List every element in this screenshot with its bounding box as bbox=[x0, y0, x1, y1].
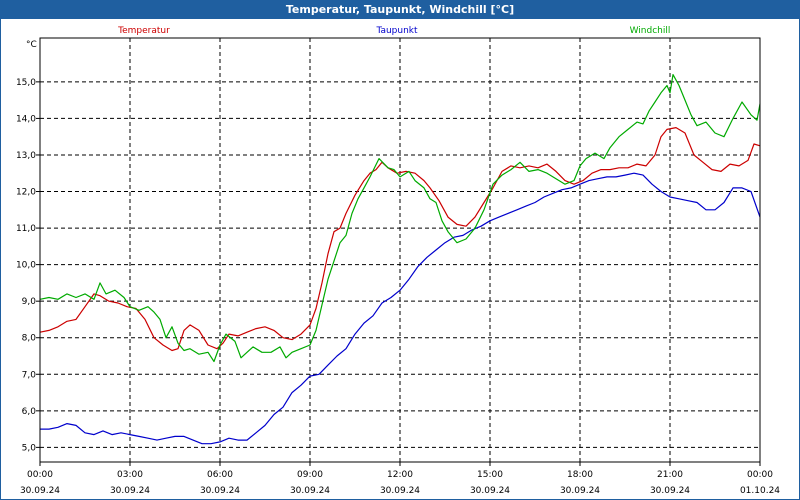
x-tick-date: 30.09.24 bbox=[650, 486, 690, 496]
y-axis-unit: °C bbox=[26, 40, 37, 50]
chart-grid bbox=[40, 38, 760, 462]
y-tick-label: 11,0 bbox=[16, 224, 36, 234]
x-tick-time: 03:00 bbox=[117, 470, 143, 480]
series-line-temperatur bbox=[39, 126, 761, 352]
x-tick-date: 30.09.24 bbox=[470, 486, 510, 496]
x-tick-time: 00:00 bbox=[747, 470, 773, 480]
x-tick-date: 30.09.24 bbox=[200, 486, 240, 496]
x-tick-time: 12:00 bbox=[387, 470, 413, 480]
legend-taupunkt: Taupunkt bbox=[375, 26, 418, 36]
x-tick-time: 09:00 bbox=[297, 470, 323, 480]
y-tick-label: 5,0 bbox=[22, 443, 37, 453]
y-tick-label: 8,0 bbox=[22, 334, 37, 344]
y-axis: 5,0 6,0 7,0 8,0 9,0 10,0 11,0 12,0 13,0 14,0 15,0 °… bbox=[16, 40, 40, 453]
x-tick-time: 15:00 bbox=[477, 470, 503, 480]
y-tick-label: 6,0 bbox=[22, 407, 37, 417]
y-tick-label: 7,0 bbox=[22, 370, 37, 380]
y-tick-label: 9,0 bbox=[22, 297, 37, 307]
x-tick-date: 30.09.24 bbox=[110, 486, 150, 496]
legend-temperatur: Temperatur bbox=[117, 26, 170, 36]
y-tick-label: 14,0 bbox=[16, 114, 36, 124]
x-tick-time: 00:00 bbox=[27, 470, 53, 480]
y-tick-label: 13,0 bbox=[16, 151, 36, 161]
x-tick-date: 30.09.24 bbox=[560, 486, 600, 496]
x-tick-time: 18:00 bbox=[567, 470, 593, 480]
x-tick-date: 30.09.24 bbox=[20, 486, 60, 496]
y-tick-label: 10,0 bbox=[16, 261, 36, 271]
x-axis: 00:00 30.09.24 03:00 30.09.24 06:00 30.09.24 0… bbox=[20, 462, 780, 496]
x-tick-time: 21:00 bbox=[657, 470, 683, 480]
chart-legend: Temperatur Taupunkt Windchill bbox=[117, 26, 670, 36]
x-tick-date: 30.09.24 bbox=[380, 486, 420, 496]
x-tick-time: 06:00 bbox=[207, 470, 233, 480]
legend-windchill: Windchill bbox=[630, 26, 671, 36]
x-tick-date: 01.10.24 bbox=[740, 486, 780, 496]
line-chart: 5,0 6,0 7,0 8,0 9,0 10,0 11,0 12,0 13,0 14,0 15,0 °… bbox=[16, 26, 780, 496]
y-tick-label: 15,0 bbox=[16, 78, 36, 88]
x-tick-date: 30.09.24 bbox=[290, 486, 330, 496]
y-tick-label: 12,0 bbox=[16, 188, 36, 198]
